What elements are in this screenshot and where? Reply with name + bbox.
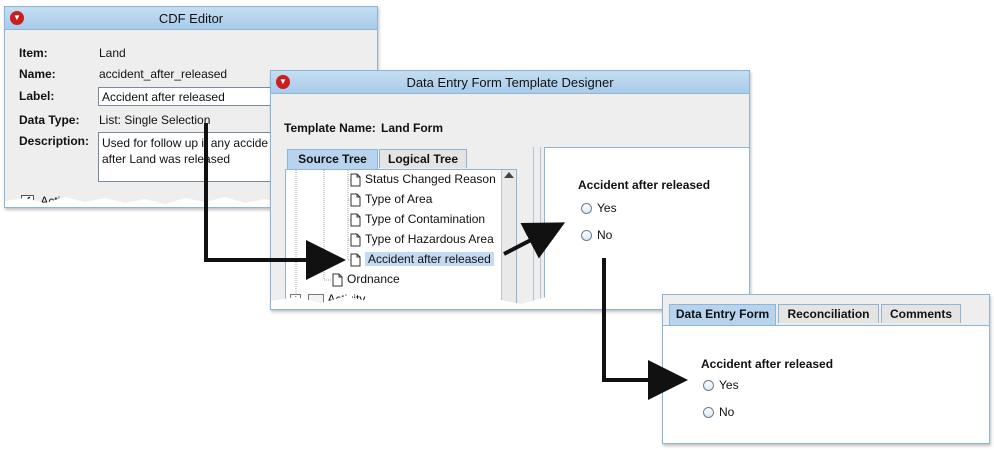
flow-arrows (204, 123, 688, 400)
arrow-cdf-to-tree (204, 123, 346, 280)
arrow-tree-to-preview (503, 222, 566, 259)
arrow-preview-to-entry (602, 258, 688, 400)
